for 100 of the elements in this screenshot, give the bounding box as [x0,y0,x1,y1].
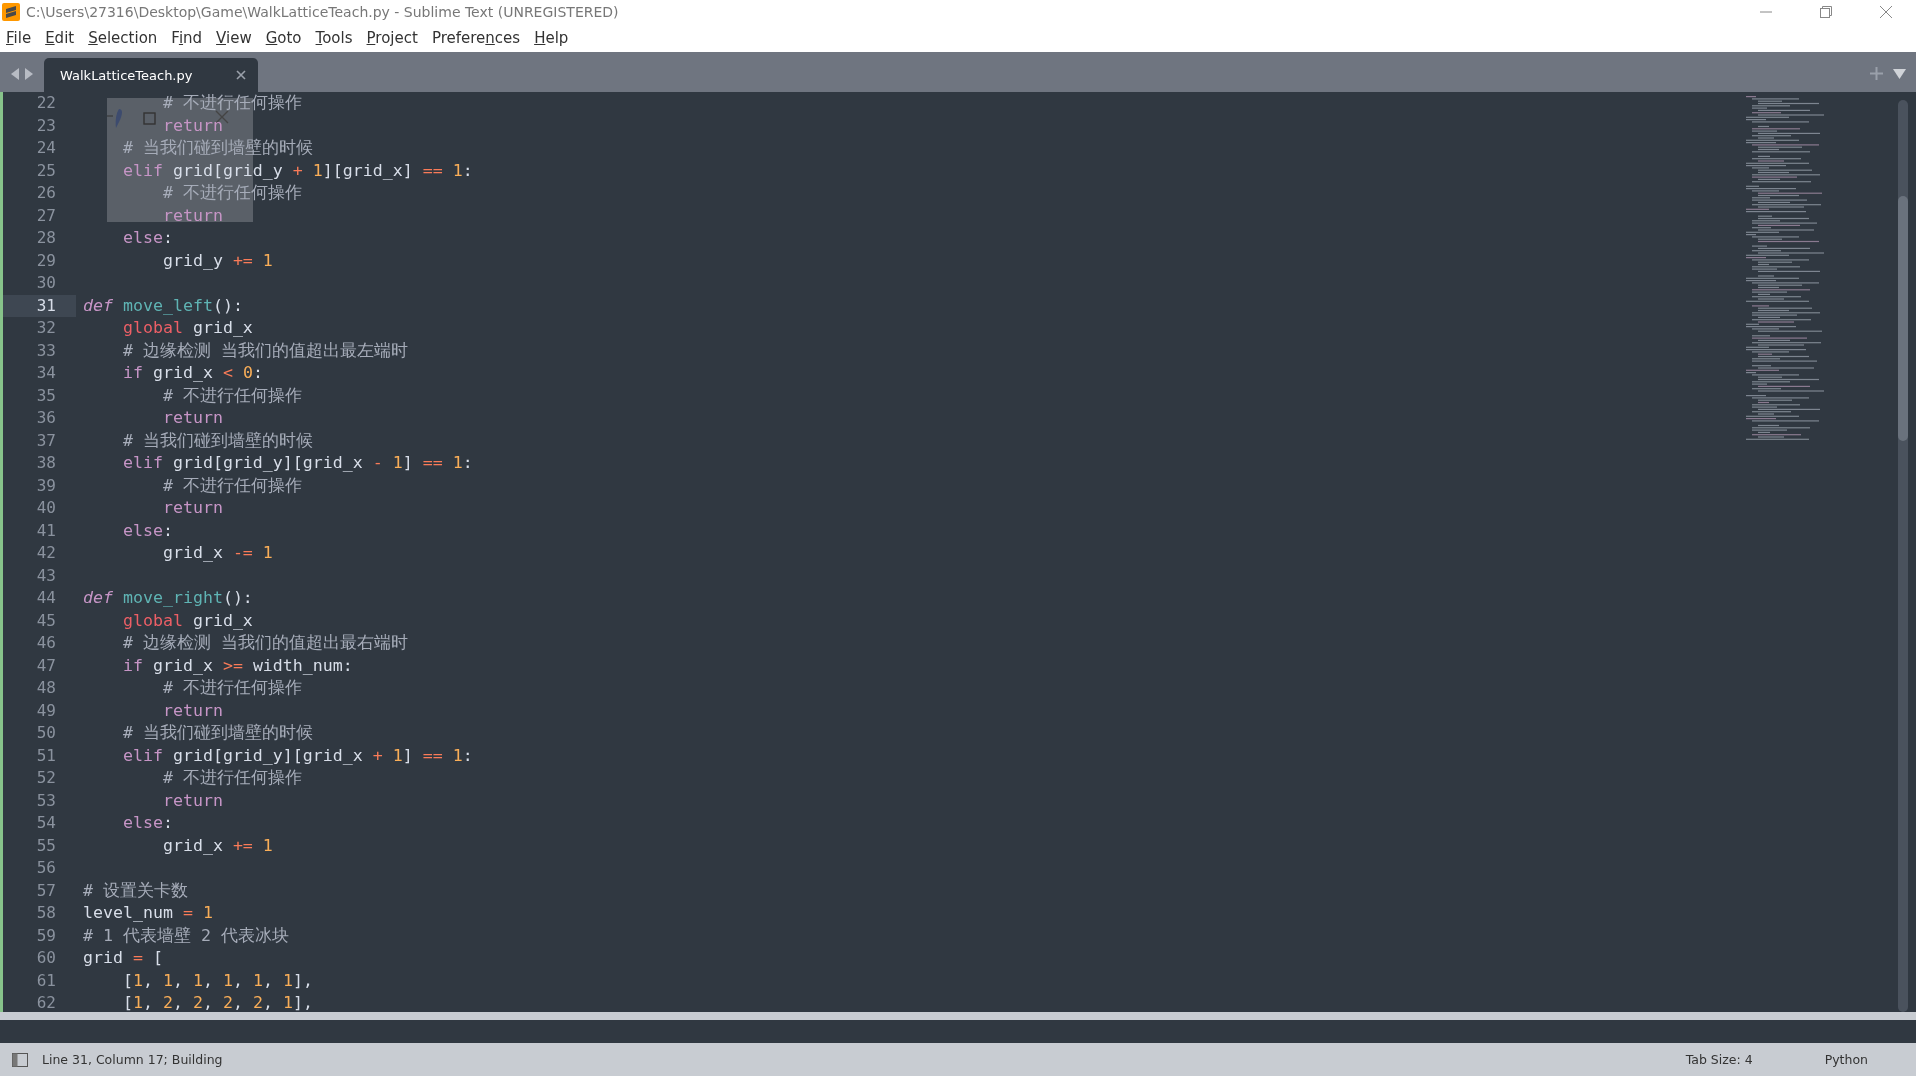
menu-item[interactable]: File [4,29,38,47]
line-number: 36 [35,407,57,429]
code-operator: == [422,744,443,767]
code-number: 1 [192,969,203,992]
forward-arrow-icon[interactable] [24,67,34,81]
line-number: 34 [35,362,57,384]
code-text: ][grid_x] [322,159,414,182]
code-text: ], [292,969,313,992]
panel-toggle-icon[interactable] [12,1052,28,1067]
code-number: 0 [242,362,253,384]
menu-item[interactable]: Goto [263,29,308,47]
restore-icon [1819,5,1833,19]
code-text: grid_x [192,317,253,339]
code-number: 2 [162,992,173,1012]
code-comment: # 边缘检测 当我们的值超出最右端时 [122,632,408,654]
code-text: (): [222,587,253,609]
code-text: : [462,159,473,182]
code-number: 1 [162,969,173,992]
code-text: : [462,744,473,767]
line-number: 31 [3,294,76,317]
line-number: 39 [35,474,57,497]
code-number: 1 [252,969,263,992]
code-number: 1 [392,744,403,767]
code-keyword: return [162,407,223,429]
code-number: 1 [312,159,323,182]
code-number: 1 [392,452,403,474]
code-text: ] [402,452,414,474]
syntax-indicator[interactable]: Python [1824,1052,1868,1067]
code-comment: # 不进行任何操作 [162,182,302,204]
line-number: 61 [35,969,57,992]
code-keyword: def [83,587,113,609]
line-number: 46 [35,632,57,654]
code-number: 2 [222,992,233,1012]
code-comment: # 1 代表墙壁 2 代表冰块 [83,924,289,947]
code-number: 1 [132,992,143,1012]
code-text: grid[grid_y][grid_x [172,452,364,474]
tab-size-indicator[interactable]: Tab Size: 4 [1685,1052,1753,1067]
code-operator: == [422,159,443,182]
code-operator: == [422,452,443,474]
line-number: 58 [35,902,57,924]
code-text: , [262,992,274,1012]
line-number: 40 [35,497,57,519]
line-number: 55 [35,834,57,857]
scrollbar-thumb[interactable] [1898,196,1908,441]
code-number: 1 [132,969,143,992]
code-keyword: global [122,317,183,339]
menu-item[interactable]: Selection [86,29,164,47]
code-text: : [162,519,173,542]
dropdown-arrow-icon[interactable] [1893,68,1906,79]
code-keyword: else [122,519,163,542]
code-text: , [202,969,214,992]
code-text: grid_x [192,609,253,632]
code-text: , [232,992,244,1012]
code-text: [ [122,969,133,992]
code-keyword: else [122,227,163,249]
line-number: 54 [35,812,57,834]
code-number: 1 [452,744,463,767]
code-number: 1 [452,159,463,182]
code-keyword: global [122,609,183,632]
code-text: : [462,452,473,474]
file-tab[interactable]: WalkLatticeTeach.py [44,58,258,92]
code-number: 1 [262,249,273,272]
code-text: grid_y [162,249,224,272]
line-number: 22 [35,92,57,114]
menu-item[interactable]: Preferences [429,29,527,47]
menu-item[interactable]: Project [364,29,424,47]
code-text: (): [212,294,243,317]
menu-item[interactable]: Help [532,29,575,47]
code-number: 1 [262,834,273,857]
menu-item[interactable]: Tools [313,29,359,47]
cursor-position: Line 31, Column 17; Building [42,1052,223,1067]
close-icon[interactable] [236,70,246,80]
scrollbar-track[interactable] [1898,100,1908,1012]
menu-item[interactable]: Edit [43,29,81,47]
code-keyword: elif [122,744,163,767]
line-number: 62 [35,992,57,1012]
line-number: 27 [35,204,57,227]
function-name: move_left [123,294,213,317]
line-number: 41 [35,519,57,542]
square-icon[interactable] [143,112,156,125]
code-comment: # 当我们碰到墙壁的时候 [122,722,313,744]
code-keyword: return [162,497,223,519]
line-number: 49 [35,699,57,722]
menu-item[interactable]: View [214,29,258,47]
code-text: : [162,812,173,834]
code-number: 2 [192,992,203,1012]
code-text: , [172,969,184,992]
line-number: 51 [35,744,57,767]
code-keyword: return [162,114,223,137]
plus-icon[interactable] [1870,67,1883,80]
code-operator: < [222,362,233,384]
code-comment: # 不进行任何操作 [162,677,302,699]
line-number: 33 [35,339,57,362]
back-arrow-icon[interactable] [10,67,20,81]
menu-item[interactable]: Find [169,29,209,47]
code-keyword: return [162,204,223,227]
code-text: grid[grid_y [172,159,284,182]
line-number: 53 [35,789,57,812]
horizontal-scrollbar[interactable] [0,1012,1916,1020]
code-keyword: if [122,362,143,384]
